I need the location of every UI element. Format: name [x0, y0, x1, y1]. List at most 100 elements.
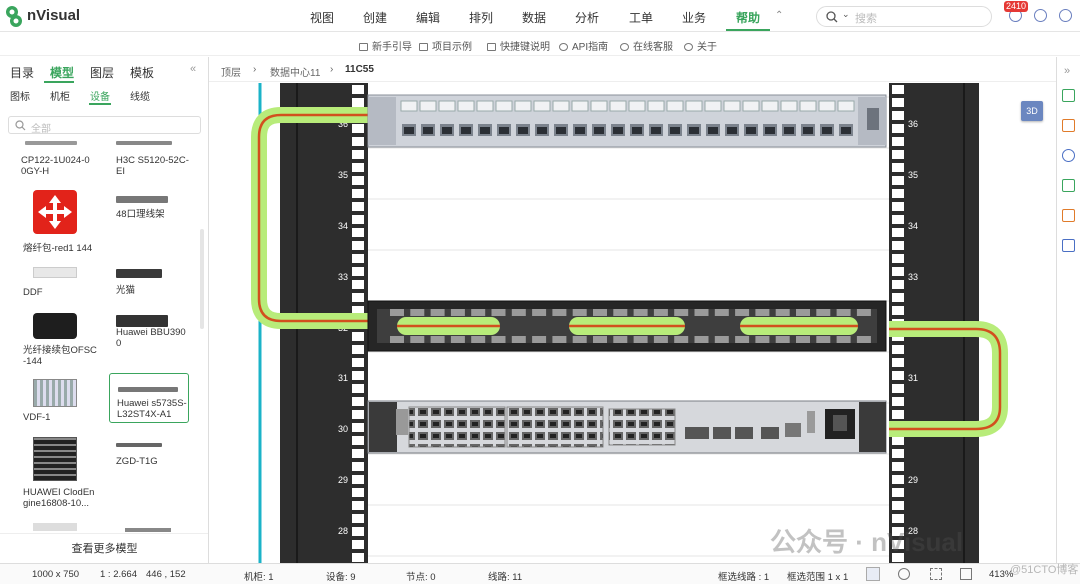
- tab-catalog[interactable]: 目录: [10, 64, 34, 81]
- model-label: 光猫: [116, 285, 136, 296]
- examples-button[interactable]: 项目示例: [419, 38, 472, 53]
- api-guide-button[interactable]: API指南: [559, 38, 608, 53]
- shortcuts-button[interactable]: 快捷键说明: [487, 38, 550, 53]
- tab-models[interactable]: 模型: [50, 64, 74, 81]
- device-thumbnail: [33, 437, 77, 481]
- view-3d-button[interactable]: 3D: [1021, 101, 1043, 121]
- rack-diagram[interactable]: 363534333231302928 363534333231302928: [209, 83, 1056, 563]
- api-icon: [559, 43, 568, 51]
- subtab-icons[interactable]: 图标: [10, 88, 30, 103]
- u-label-left: 29: [338, 475, 348, 485]
- chat-icon: [620, 43, 629, 51]
- status-bar: 1000 x 750 1 : 2.664 446 , 152 机柜: 1 设备:…: [0, 563, 1080, 584]
- cabinet-count: 机柜: 1: [244, 572, 274, 583]
- menu-edit[interactable]: 编辑: [408, 9, 448, 26]
- topology-icon[interactable]: [1062, 149, 1075, 162]
- menu-data[interactable]: 数据: [514, 9, 554, 26]
- more-models-button[interactable]: 查看更多模型: [0, 533, 208, 563]
- device-thumbnail: [25, 141, 77, 145]
- model-label: VDF-1: [23, 412, 51, 423]
- link-icon[interactable]: [1062, 179, 1075, 192]
- model-label: ZGD-T1G: [116, 456, 158, 467]
- model-item[interactable]: 熔纤包-red1 144: [21, 190, 101, 254]
- collapse-up-icon[interactable]: ⌃: [775, 10, 783, 21]
- fullscreen-icon[interactable]: [930, 568, 942, 580]
- patch-panel-24-port[interactable]: [367, 94, 887, 148]
- u-label-right: 35: [908, 170, 918, 180]
- subtab-cabinets[interactable]: 机柜: [50, 88, 70, 103]
- expand-panel-icon[interactable]: »: [1064, 65, 1070, 77]
- model-search-placeholder: 全部: [31, 124, 51, 135]
- network-switch[interactable]: [367, 400, 887, 454]
- splice-red-icon: [33, 190, 77, 234]
- device-thumbnail: [116, 269, 162, 278]
- breadcrumb-separator: ›: [330, 64, 334, 75]
- left-panel: 目录 模型 图层 模板 « 图标 机柜 设备 线缆 全部 CP122-1U024…: [0, 57, 209, 563]
- properties-icon[interactable]: [1062, 89, 1075, 102]
- u-label-right: 31: [908, 373, 918, 383]
- monitor-icon[interactable]: [1062, 239, 1075, 252]
- document-icon[interactable]: [1062, 119, 1075, 132]
- collapse-panel-icon[interactable]: «: [190, 63, 196, 75]
- model-label: CP122-1U024-0 0GY-H: [21, 155, 90, 177]
- shortcuts-label: 快捷键说明: [500, 42, 550, 53]
- examples-icon: [419, 43, 428, 51]
- model-item-selected[interactable]: Huawei s5735S- L32ST4X-A1: [109, 373, 189, 423]
- pointer-tool-icon[interactable]: [866, 567, 880, 581]
- device-thumbnail: [125, 528, 171, 532]
- model-search-input[interactable]: 全部: [8, 116, 201, 135]
- model-item[interactable]: Huawei BBU390 0: [112, 311, 192, 367]
- menu-create[interactable]: 创建: [355, 9, 395, 26]
- top-menu-bar: nVisual 视图 创建 编辑 排列 数据 分析 工单 业务 帮助 ⌃ ⌄ 搜…: [0, 0, 1080, 32]
- model-item[interactable]: 48口理线架: [112, 190, 192, 230]
- subtab-cables[interactable]: 线缆: [130, 88, 150, 103]
- breadcrumb-datacenter[interactable]: 数据中心11: [270, 64, 320, 79]
- tab-templates[interactable]: 模板: [130, 64, 154, 81]
- subtab-devices[interactable]: 设备: [90, 88, 110, 103]
- model-item[interactable]: 光纤接续包OFSC -144: [21, 311, 101, 367]
- history-icon[interactable]: [898, 568, 910, 580]
- menu-help[interactable]: 帮助: [728, 9, 768, 26]
- about-button[interactable]: 关于: [684, 38, 717, 53]
- tab-layers[interactable]: 图层: [90, 64, 114, 81]
- model-label: 48口理线架: [116, 209, 165, 220]
- selected-range: 框选范围 1 x 1: [787, 572, 849, 583]
- breadcrumb-current: 11C55: [345, 64, 374, 75]
- u-label-left: 30: [338, 424, 348, 434]
- user-icon[interactable]: [1059, 9, 1072, 22]
- model-item[interactable]: H3C S5120-52C- EI: [112, 139, 192, 179]
- menu-analysis[interactable]: 分析: [567, 9, 607, 26]
- online-service-button[interactable]: 在线客服: [620, 38, 673, 53]
- device-thumbnail: [33, 267, 77, 278]
- menu-business[interactable]: 业务: [674, 9, 714, 26]
- model-label: Huawei BBU390 0: [116, 327, 186, 349]
- menu-view[interactable]: 视图: [302, 9, 342, 26]
- device-thumbnail: [116, 196, 168, 203]
- model-item[interactable]: HUAWEI ClodEn gine16808-10...: [21, 437, 101, 511]
- fit-icon[interactable]: [960, 568, 972, 580]
- guide-button[interactable]: 新手引导: [359, 38, 412, 53]
- rack-canvas[interactable]: 36 35 34 33 32 31 30 29 28 36 35 34 33 32 31 30 29 28: [209, 83, 1056, 563]
- breadcrumb-top[interactable]: 顶层: [221, 64, 241, 79]
- panel-scrollbar[interactable]: [200, 229, 204, 329]
- model-item[interactable]: 光猫: [112, 267, 192, 297]
- about-icon: [684, 43, 693, 51]
- right-toolbar: »: [1056, 57, 1080, 563]
- model-item[interactable]: VDF-1: [21, 379, 101, 425]
- device-thumbnail: [116, 141, 172, 145]
- model-item[interactable]: DDF: [21, 267, 101, 298]
- device-thumbnail: [118, 387, 178, 392]
- menu-workorder[interactable]: 工单: [621, 9, 661, 26]
- model-label: HUAWEI ClodEn gine16808-10...: [23, 487, 95, 509]
- model-item[interactable]: ZGD-T1G: [112, 437, 192, 467]
- api-label: API指南: [572, 42, 609, 53]
- model-item[interactable]: CP122-1U024-0 0GY-H: [21, 139, 101, 179]
- search-input[interactable]: ⌄ 搜索: [816, 6, 992, 27]
- search-icon: [15, 120, 26, 131]
- menu-arrange[interactable]: 排列: [461, 9, 501, 26]
- u-label-right: 33: [908, 272, 918, 282]
- list-icon[interactable]: [1062, 209, 1075, 222]
- model-label: 光纤接续包OFSC -144: [23, 345, 97, 367]
- line-count: 线路: 11: [488, 572, 523, 583]
- settings-icon[interactable]: [1034, 9, 1047, 22]
